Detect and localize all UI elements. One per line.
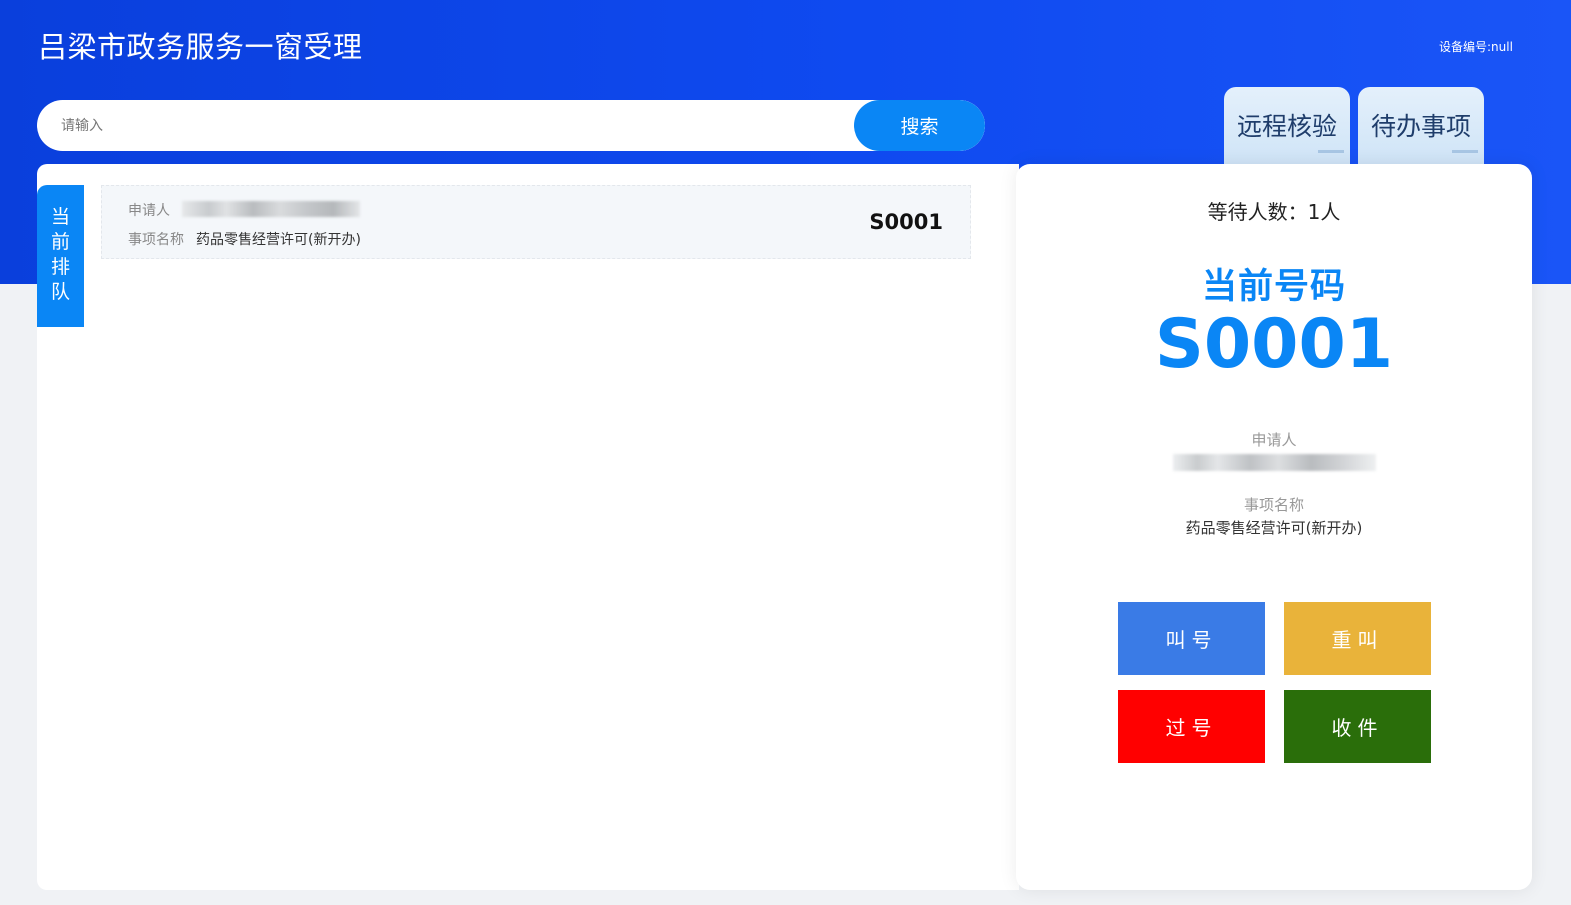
- search-input[interactable]: [37, 100, 867, 151]
- call-number-button[interactable]: 叫号: [1118, 602, 1265, 675]
- queue-panel: 当 前 排 队 申请人 事项名称 药品零售经营许可(新开办) S0001: [37, 164, 1019, 890]
- device-number: 设备编号:null: [1439, 40, 1513, 54]
- item-name-value: 药品零售经营许可(新开办): [1185, 519, 1363, 537]
- current-number-label: 当前号码: [1201, 267, 1346, 307]
- tab-remote-verification-label: 远程核验: [1236, 112, 1337, 141]
- item-name-label: 事项名称: [1243, 496, 1304, 514]
- applicant-name-redacted: [182, 201, 360, 217]
- queue-tab-char: 排: [50, 256, 70, 278]
- applicant-name-redacted: [1173, 454, 1376, 471]
- queue-list-item[interactable]: 申请人 事项名称 药品零售经营许可(新开办) S0001: [101, 185, 971, 259]
- receive-button[interactable]: 收件: [1284, 690, 1431, 763]
- search-bar: 搜索: [37, 100, 985, 151]
- app-title: 吕梁市政务服务一窗受理: [38, 30, 363, 64]
- item-name-value: 药品零售经营许可(新开办): [196, 232, 361, 248]
- page: 吕梁市政务服务一窗受理 设备编号:null 搜索 远程核验 待办事项 当 前 排…: [0, 0, 1571, 905]
- current-queue-tab[interactable]: 当 前 排 队: [37, 185, 84, 327]
- current-number: S0001: [1154, 305, 1394, 384]
- tab-todo-items-label: 待办事项: [1370, 112, 1471, 141]
- item-name-label: 事项名称: [128, 232, 184, 248]
- applicant-label: 申请人: [128, 203, 170, 219]
- current-call-panel: 等待人数：1人 当前号码 S0001 申请人 事项名称 药品零售经营许可(新开办…: [1016, 164, 1532, 890]
- tab-todo-items[interactable]: 待办事项: [1358, 87, 1484, 165]
- recall-button[interactable]: 重叫: [1284, 602, 1431, 675]
- tab-decoration: [1452, 150, 1478, 153]
- queue-tab-char: 当: [50, 206, 70, 228]
- queue-number: S0001: [869, 210, 943, 234]
- tab-remote-verification[interactable]: 远程核验: [1224, 87, 1350, 165]
- queue-tab-char: 队: [50, 281, 70, 303]
- search-button[interactable]: 搜索: [854, 100, 985, 151]
- queue-tab-char: 前: [50, 231, 70, 253]
- waiting-count: 等待人数：1人: [1207, 200, 1341, 224]
- applicant-label: 申请人: [1251, 431, 1297, 449]
- tab-decoration: [1318, 150, 1344, 153]
- skip-number-button[interactable]: 过号: [1118, 690, 1265, 763]
